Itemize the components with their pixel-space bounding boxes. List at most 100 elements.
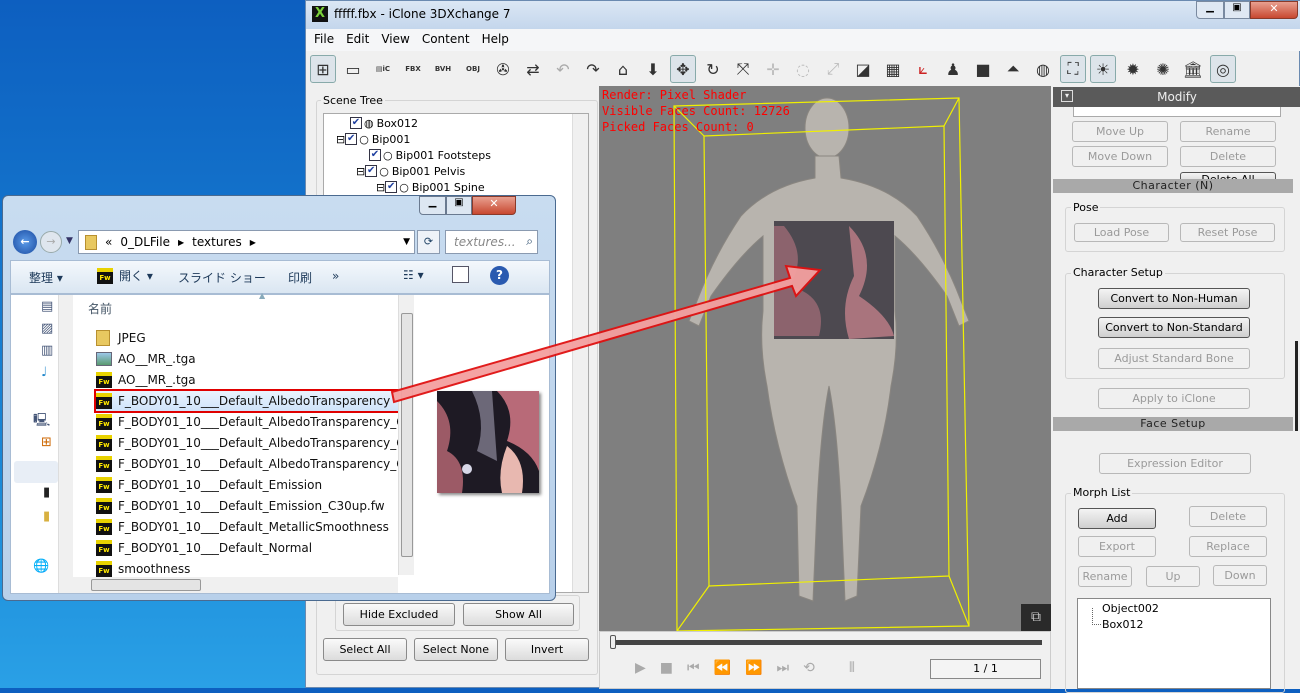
export-icon[interactable]: ✇ [490,55,516,83]
morph-item[interactable]: Box012 [1102,618,1143,631]
music-icon[interactable]: ♩ [41,365,47,380]
open-folder-icon[interactable]: ▭ [340,55,366,83]
morph-rename-button[interactable]: Rename [1078,566,1132,587]
drive-icon[interactable] [14,461,58,483]
menu-edit[interactable]: Edit [346,32,369,48]
tree-item-footsteps[interactable]: ✔ ○ Bip001 Footsteps [369,147,491,163]
show-all-button[interactable]: Show All [463,603,574,626]
axis-icon[interactable]: ⟀ [910,55,936,83]
tree-item-spine[interactable]: ⊟ ✔ ○ Bip001 Spine [376,179,485,195]
adjust-standard-bone-button[interactable]: Adjust Standard Bone [1098,348,1250,369]
3d-viewport[interactable]: Render: Pixel Shader Visible Faces Count… [599,86,1051,631]
rewind-icon[interactable]: ⏪ [714,660,731,676]
frame-step-icon[interactable]: ⦀ [849,660,855,676]
pan-icon[interactable]: ✛ [760,55,786,83]
loop-icon[interactable]: ⟲ [803,660,815,676]
breadcrumb-textures[interactable]: textures [192,235,242,249]
print-button[interactable]: 印刷 [288,269,312,286]
videos-icon[interactable]: ▥ [41,343,53,358]
pick-icon[interactable]: ⤧ [730,55,756,83]
minimize-button[interactable]: ▁ [1196,1,1224,19]
menu-view[interactable]: View [381,32,409,48]
delete-button[interactable]: Delete [1180,146,1276,167]
viewport-toggle-button[interactable]: ⧉ [1021,604,1051,631]
file-item[interactable]: Fw F_BODY01_10___Default_Emission [96,475,406,495]
morph-tree[interactable]: Object002 Box012 [1077,598,1271,689]
nav-scrollbar[interactable] [58,295,73,593]
explorer-minimize-button[interactable]: ▁ [419,196,446,215]
file-item[interactable]: Fw F_BODY01_10___Default_AlbedoTransparen… [96,454,406,474]
file-item[interactable]: Fw F_BODY01_10___Default_AlbedoTransparen… [96,433,406,453]
morph-replace-button[interactable]: Replace [1189,536,1267,557]
file-item[interactable]: Fw F_BODY01_10___Default_Emission_C30up.f… [96,496,406,516]
scene-tree-icon[interactable]: ⊞ [310,55,336,83]
file-item[interactable]: Fw smoothness [96,559,406,579]
move-down-button[interactable]: Move Down [1072,146,1168,167]
breadcrumb-0dlfile[interactable]: 0_DLFile [120,235,170,249]
explorer-close-button[interactable]: ✕ [472,196,516,215]
stop-icon[interactable]: ■ [660,660,673,676]
menu-file[interactable]: File [314,32,334,48]
scroll-thumb[interactable] [401,313,413,557]
file-item[interactable]: Fw F_BODY01_10___Default_AlbedoTransparen… [96,412,406,432]
tree-scrollbar[interactable] [572,114,588,592]
play-icon[interactable]: ▶ [635,660,646,676]
hide-excluded-button[interactable]: Hide Excluded [343,603,455,626]
folder-nav-icon[interactable]: ▮ [43,509,50,524]
help-icon[interactable]: ? [490,266,509,285]
frame-counter[interactable]: 1 / 1 [930,659,1041,679]
first-frame-icon[interactable]: ⏮ [687,660,700,676]
search-input[interactable]: textures... ⌕ [445,230,538,254]
hdd-icon[interactable]: ▮ [43,485,50,500]
menu-help[interactable]: Help [482,32,509,48]
network-icon[interactable]: 🌐 [33,559,49,574]
address-bar[interactable]: « 0_DLFile ▶ textures ▶ ▼ [78,230,415,254]
fast-forward-icon[interactable]: ⏩ [745,660,762,676]
morph-export-button[interactable]: Export [1078,536,1156,557]
box-icon[interactable]: ■ [970,55,996,83]
collapse-icon[interactable]: ▾ [1061,90,1073,102]
redo-icon[interactable]: ↷ [580,55,606,83]
rotate-icon[interactable]: ↻ [700,55,726,83]
sun-icon[interactable]: ✺ [1150,55,1176,83]
explorer-maximize-button[interactable]: ▣ [446,196,472,215]
convert-non-human-button[interactable]: Convert to Non-Human [1098,288,1250,309]
zoom-extent-icon[interactable]: ⤢ [820,55,846,83]
morph-delete-button[interactable]: Delete [1189,506,1267,527]
drop-icon[interactable]: ⬇ [640,55,666,83]
computer-icon[interactable]: 🖳 [33,411,50,433]
slideshow-button[interactable]: スライド ショー [178,269,266,286]
file-item-selected[interactable]: Fw F_BODY01_10___Default_AlbedoTransparen… [94,389,410,413]
organize-menu[interactable]: 整理 ▾ [29,269,63,286]
preview-pane-icon[interactable] [452,266,469,283]
address-dropdown-icon[interactable]: ▼ [403,237,410,247]
modify-scrollbar[interactable] [1295,341,1298,431]
refresh-button[interactable]: ⟳ [417,230,440,254]
load-pose-button[interactable]: Load Pose [1074,223,1169,242]
morph-add-button[interactable]: Add [1078,508,1156,529]
list-vscrollbar[interactable] [398,295,414,575]
forward-button[interactable]: → [40,231,62,253]
windows-icon[interactable]: ⊞ [41,435,52,450]
modify-list[interactable] [1073,107,1281,117]
tree-item-box012[interactable]: ✔ ◍ Box012 [350,115,418,131]
open-menu[interactable]: Fw 開く ▾ [97,267,153,284]
move-up-button[interactable]: Move Up [1072,121,1168,142]
documents-icon[interactable]: ▤ [41,299,53,314]
undo-icon[interactable]: ↶ [550,55,576,83]
file-item[interactable]: AO__MR_.tga [96,349,406,369]
light-on-icon[interactable]: ☀ [1090,55,1116,83]
timeline-slider[interactable] [614,640,1042,645]
import-obj-icon[interactable]: OBJ [460,55,486,83]
morph-item[interactable]: Object002 [1102,602,1159,615]
character-icon[interactable]: ♟ [940,55,966,83]
view-options-icon[interactable]: ☷ ▾ [403,268,424,282]
wireframe-icon[interactable]: ◪ [850,55,876,83]
import-ic-icon[interactable]: ▤ iC [370,55,396,83]
tree-item-pelvis[interactable]: ⊟ ✔ ○ Bip001 Pelvis [356,163,465,179]
select-all-button[interactable]: Select All [323,638,407,661]
file-item[interactable]: Fw AO__MR_.tga [96,370,406,390]
file-item[interactable]: JPEG [96,328,406,348]
rename-button[interactable]: Rename [1180,121,1276,142]
terrain-icon[interactable]: ⏶ [1000,55,1026,83]
